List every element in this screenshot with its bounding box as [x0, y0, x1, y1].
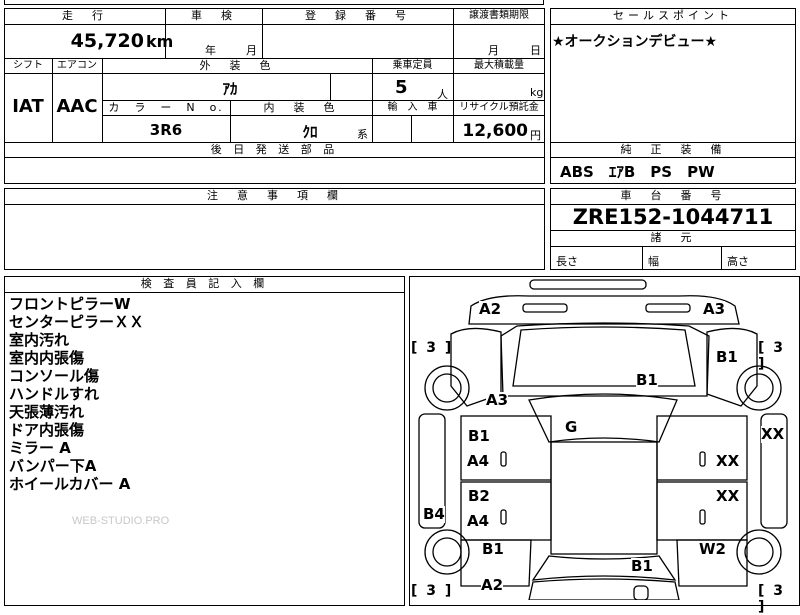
registration-header: 登 録 番 号 [305, 9, 410, 22]
chassis-header: 車 台 番 号 [620, 189, 726, 202]
tire-rear-left: [ 3 ] [411, 583, 454, 599]
mark-rear-fender-left: B1 [482, 540, 504, 558]
parts-header: 後 日 発 送 部 品 [210, 143, 339, 156]
inspector-notes: フロントピラーW センターピラーＸＸ 室内汚れ 室内内張傷 コンソール傷 ハンド… [9, 295, 144, 493]
mark-front-door-left-2: A4 [467, 452, 490, 470]
mark-rocker-left: B4 [423, 505, 445, 523]
color-no-value: 3R6 [149, 121, 183, 139]
sales-point-value: ★オークションデビュー★ [552, 34, 718, 50]
max-load-label: 最大積載量 [474, 60, 524, 71]
note-item: 天張薄汚れ [9, 403, 85, 421]
note-item: フロントピラーW [9, 295, 131, 313]
tire-rear-right: [ 3 ] [758, 583, 786, 615]
mark-rear-left: A2 [481, 576, 504, 594]
note-item: ドア内張傷 [9, 421, 85, 439]
tire-front-right: [ 3 ] [758, 340, 786, 372]
front-body-shape [468, 295, 740, 325]
mark-front-right: A3 [703, 300, 726, 318]
note-item: ハンドルすれ [9, 385, 100, 403]
mark-fender-right: B1 [716, 348, 738, 366]
mark-right-side: XX [761, 425, 785, 443]
note-item: 室内汚れ [9, 331, 70, 349]
max-load-unit: kg [530, 86, 544, 99]
note-item: バンパー下A [9, 457, 97, 475]
inspection-month-label: 月 [246, 44, 257, 57]
hood-shape [500, 322, 710, 397]
equipment-value: ABS ｴｱB PS PW [560, 163, 715, 181]
tire-front-left: [ 3 ] [411, 340, 454, 356]
sales-point-header: セールスポイント [613, 9, 733, 22]
mark-front-door-left-1: B1 [468, 427, 490, 445]
aircon-value: AAC [56, 96, 98, 117]
chassis-number: ZRE152-1044711 [572, 205, 774, 229]
mileage-unit: km [146, 32, 174, 51]
top-remnant-box [4, 0, 544, 5]
mark-front-door-right: XX [716, 452, 740, 470]
front-bumper-shape [529, 279, 647, 290]
interior-color-label: 内 装 色 [263, 101, 339, 114]
front-left-door-shape [460, 415, 552, 481]
shift-label: シフト [13, 60, 43, 71]
note-item: ホイールカバー A [9, 475, 131, 493]
equipment-header: 純 正 装 備 [620, 143, 726, 156]
trunk-shape [528, 578, 680, 600]
dimensions-header: 諸 元 [650, 231, 696, 244]
recycle-label: リサイクル預託金 [459, 102, 539, 113]
transfer-month-label: 月 [488, 44, 499, 57]
mileage-value: 45,720 [70, 30, 144, 52]
note-item: コンソール傷 [9, 367, 100, 385]
rear-window-shape [531, 555, 677, 581]
exterior-color-value: ｱｶ [222, 80, 238, 98]
transfer-deadline-header: 譲渡書類期限 [469, 10, 529, 21]
transfer-day-label: 日 [530, 44, 541, 57]
mark-roof: G [565, 418, 578, 436]
exterior-color-label: 外 装 色 [199, 59, 275, 72]
capacity-unit: 人 [437, 88, 448, 101]
interior-color-suffix: 系 [357, 128, 368, 141]
mark-windshield-left: A3 [486, 391, 509, 409]
shift-value: IAT [12, 96, 44, 117]
dimension-height-label: 高さ [727, 255, 749, 268]
aircon-label: エアコン [57, 60, 97, 71]
capacity-label: 乗車定員 [392, 60, 433, 71]
mark-rear-door-right: XX [716, 487, 740, 505]
note-item: センターピラーＸＸ [9, 313, 145, 331]
watermark: WEB-STUDIO.PRO [72, 515, 170, 527]
inspector-header: 検 査 員 記 入 欄 [140, 277, 269, 290]
recycle-value: 12,600 [462, 121, 528, 141]
dimension-length-label: 長さ [556, 255, 578, 268]
import-label: 輸 入 車 [387, 102, 438, 113]
front-right-fender-shape [706, 327, 758, 407]
inspection-header: 車 検 [191, 9, 236, 22]
dimension-width-label: 幅 [648, 255, 659, 268]
mark-rear-fender-right: W2 [699, 540, 726, 558]
capacity-value: 5 [395, 77, 408, 98]
mark-hood: B1 [636, 371, 658, 389]
roof-shape [550, 441, 658, 555]
color-no-label: カ ラ ー N o. [108, 101, 224, 114]
recycle-unit: 円 [530, 129, 541, 142]
mark-trunk: B1 [631, 557, 653, 575]
mark-rear-door-left-1: B2 [468, 487, 490, 505]
mark-front-left: A2 [479, 300, 502, 318]
note-item: 室内内張傷 [9, 349, 85, 367]
mark-rear-door-left-2: A4 [467, 512, 490, 530]
note-item: ミラー A [9, 439, 71, 457]
front-right-door-shape [656, 415, 748, 481]
inspection-year-label: 年 [205, 44, 216, 57]
mileage-header: 走 行 [62, 9, 107, 22]
interior-color-value: ｸﾛ [302, 123, 318, 141]
caution-header: 注 意 事 項 欄 [207, 189, 342, 202]
